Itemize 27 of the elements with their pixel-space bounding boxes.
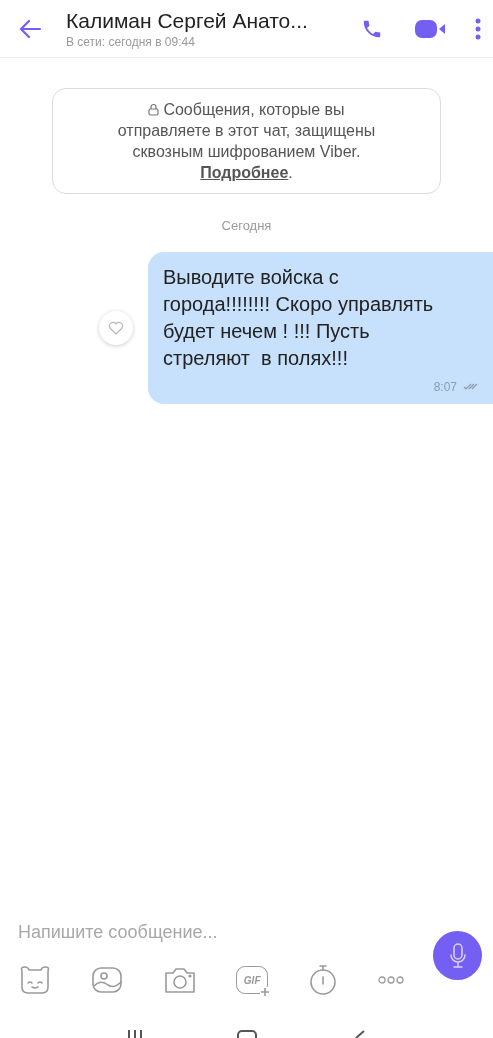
voice-button[interactable] bbox=[433, 931, 482, 980]
picture-icon[interactable] bbox=[91, 965, 124, 995]
learn-more-link[interactable]: Подробнее bbox=[200, 164, 289, 181]
microphone-icon bbox=[448, 942, 467, 969]
period-text: . bbox=[288, 164, 293, 181]
plus-icon bbox=[260, 987, 271, 997]
recent-apps-icon[interactable] bbox=[127, 1030, 142, 1038]
lock-icon bbox=[148, 103, 160, 116]
online-status: В сети: сегодня в 09:44 bbox=[66, 33, 196, 50]
contact-name: Калиман Сергей Анато... bbox=[66, 7, 309, 34]
back-arrow-icon[interactable] bbox=[18, 18, 42, 39]
more-vertical-icon[interactable] bbox=[475, 17, 481, 40]
notice-text: сквозным шифрованием Viber. bbox=[132, 142, 361, 162]
notice-text: Сообщения, которые вы bbox=[163, 100, 345, 120]
bear-face-icon[interactable] bbox=[18, 965, 52, 995]
home-icon[interactable] bbox=[237, 1030, 258, 1038]
message-time: 8:07 bbox=[433, 378, 457, 396]
message-input[interactable]: Напишите сообщение... bbox=[18, 920, 433, 944]
message-text: Выводите войска с города!!!!!!!! Скоро управлять будет нечем ! !!! Пусть стреляют в полях!!! bbox=[163, 264, 435, 371]
stopwatch-icon[interactable] bbox=[307, 964, 338, 996]
date-divider: Сегодня bbox=[221, 217, 272, 235]
more-icon[interactable] bbox=[376, 975, 405, 985]
notice-text: отправляете в этот чат, защищены bbox=[117, 121, 376, 141]
video-camera-icon[interactable] bbox=[415, 18, 447, 39]
camera-icon[interactable] bbox=[162, 965, 197, 995]
back-icon[interactable] bbox=[353, 1030, 366, 1038]
heart-icon bbox=[108, 320, 124, 335]
